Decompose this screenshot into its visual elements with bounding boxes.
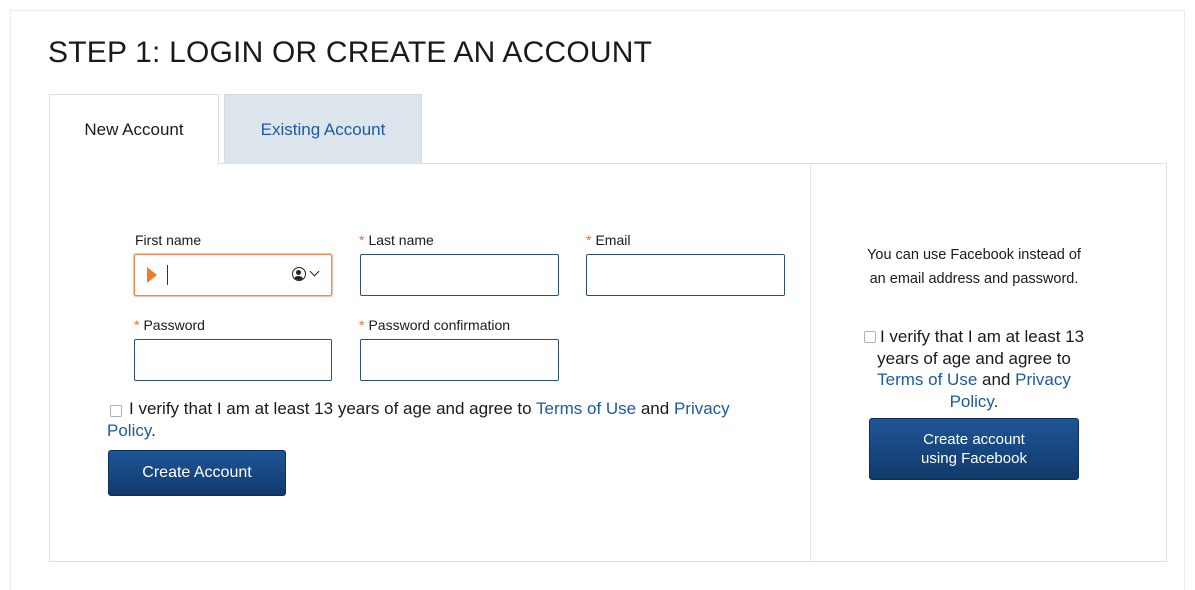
password-confirmation-label-text: Password confirmation xyxy=(368,317,511,333)
terms-of-use-link[interactable]: Terms of Use xyxy=(536,399,636,418)
password-label-text: Password xyxy=(143,317,205,333)
play-icon[interactable] xyxy=(147,267,157,283)
create-account-facebook-button[interactable]: Create account using Facebook xyxy=(869,418,1079,480)
facebook-button-line2: using Facebook xyxy=(921,450,1027,467)
facebook-terms-text: I verify that I am at least 13 years of … xyxy=(877,327,1085,368)
create-account-button[interactable]: Create Account xyxy=(108,450,286,496)
facebook-terms-and-text: and xyxy=(977,370,1016,389)
tab-new-account[interactable]: New Account xyxy=(49,94,219,165)
facebook-info-text: You can use Facebook instead of an email… xyxy=(867,247,1081,287)
password-confirmation-field[interactable] xyxy=(360,339,559,381)
text-cursor xyxy=(167,265,168,285)
password-confirmation-input[interactable] xyxy=(361,340,558,380)
page-title: STEP 1: LOGIN OR CREATE AN ACCOUNT xyxy=(48,36,653,69)
required-marker: * xyxy=(359,232,365,248)
required-marker: * xyxy=(586,232,592,248)
email-input[interactable] xyxy=(587,255,784,295)
first-name-field[interactable] xyxy=(134,254,332,296)
contact-card-icon[interactable] xyxy=(292,267,306,281)
panel-divider xyxy=(810,164,811,561)
password-confirmation-label: * Password confirmation xyxy=(359,317,510,333)
email-field[interactable] xyxy=(586,254,785,296)
last-name-label: * Last name xyxy=(359,232,434,248)
facebook-terms-of-use-link[interactable]: Terms of Use xyxy=(877,370,977,389)
last-name-input[interactable] xyxy=(361,255,558,295)
facebook-terms-end-text: . xyxy=(993,391,999,411)
password-field[interactable] xyxy=(134,339,332,381)
facebook-terms-statement: I verify that I am at least 13 years of … xyxy=(856,326,1092,412)
last-name-label-text: Last name xyxy=(368,232,434,248)
email-label: * Email xyxy=(586,232,630,248)
terms-end-text: . xyxy=(151,421,156,440)
last-name-field[interactable] xyxy=(360,254,559,296)
tab-existing-account[interactable]: Existing Account xyxy=(224,94,422,164)
first-name-label-text: First name xyxy=(135,232,202,248)
facebook-button-line1: Create account xyxy=(923,431,1025,448)
terms-statement: I verify that I am at least 13 years of … xyxy=(107,398,767,442)
terms-and-text: and xyxy=(636,399,674,418)
email-label-text: Email xyxy=(595,232,631,248)
terms-text: I verify that I am at least 13 years of … xyxy=(129,399,536,418)
required-marker: * xyxy=(359,317,365,333)
facebook-terms-checkbox[interactable] xyxy=(863,331,876,343)
password-label: * Password xyxy=(134,317,205,333)
chevron-down-icon[interactable] xyxy=(309,266,320,277)
required-marker: * xyxy=(134,317,140,333)
password-input[interactable] xyxy=(135,340,331,380)
first-name-label: First name xyxy=(135,232,201,248)
